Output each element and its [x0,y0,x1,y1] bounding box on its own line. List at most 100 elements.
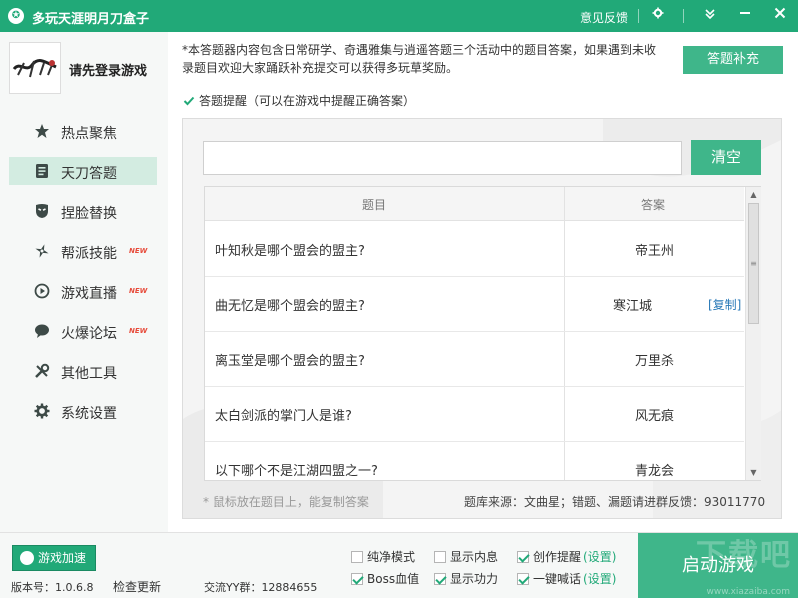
checkbox[interactable] [517,551,529,563]
scroll-thumb[interactable]: ≡ [748,203,759,324]
sidebar: 请先登录游戏 热点聚焦 天刀答题 捏脸替换 帮派技能 NEW 游戏直播 NEW … [0,32,168,532]
sidebar-item-guild[interactable]: 帮派技能 NEW [9,237,157,265]
sidebar-item-live[interactable]: 游戏直播 NEW [9,277,157,305]
sidebar-item-forum[interactable]: 火爆论坛 NEW [9,317,157,345]
sidebar-item-label: 天刀答题 [61,166,117,182]
option-creation-remind[interactable]: 创作提醒 (设置) [517,548,616,565]
option-show-inner[interactable]: 显示内息 [434,548,498,565]
option-label: 纯净模式 [367,550,416,564]
game-avatar[interactable] [9,42,61,94]
option-label: 显示内息 [450,550,499,564]
start-game-button[interactable]: 下载吧 www.xiazaiba.com 启动游戏 [638,533,798,598]
sidebar-item-label: 游戏直播 [61,286,117,302]
checkbox[interactable] [351,551,363,563]
bottom-bar: 游戏加速 版本号：1.0.6.8 检查更新 交流YY群：12884655 纯净模… [0,532,798,598]
search-input[interactable] [203,141,682,175]
login-prompt[interactable]: 请先登录游戏 [69,60,147,79]
answer-cell: 青龙会 [634,464,674,479]
answer-cell: 万里杀 [634,354,674,369]
settings-link[interactable]: (设置) [583,550,616,564]
sidebar-item-hot[interactable]: 热点聚焦 [9,117,157,145]
sidebar-item-label: 捏脸替换 [61,206,117,222]
mask-icon [34,203,50,219]
table-header: 题目 答案 [205,187,744,221]
new-badge: NEW [129,247,148,255]
question-cell: 曲无忆是哪个盟会的盟主? [215,299,365,314]
remind-label: 答题提醒（可以在游戏中提醒正确答案） [199,94,416,108]
gear-icon[interactable] [648,6,668,26]
option-one-key-shout[interactable]: 一键喊话 (设置) [517,570,616,587]
option-label: 创作提醒 [533,550,582,564]
question-cell: 以下哪个不是江湖四盟之一? [215,464,378,479]
checkbox[interactable] [434,551,446,563]
close-icon[interactable] [770,6,790,26]
new-badge: NEW [129,287,148,295]
table-row[interactable]: 叶知秋是哪个盟会的盟主? 帝王州 [205,222,744,277]
chevron-down-icon[interactable] [700,6,720,26]
sidebar-item-label: 热点聚焦 [61,126,117,142]
checkbox[interactable] [351,573,363,585]
game-logo-icon [10,43,60,93]
version-text: 版本号：1.0.6.8 [11,581,94,594]
notice-text: *本答题器内容包含日常研学、奇遇雅集与逍遥答题三个活动中的题目答案，如果遇到未收… [182,43,657,75]
sidebar-item-quiz[interactable]: 天刀答题 [9,157,157,185]
table-row[interactable]: 以下哪个不是江湖四盟之一? 青龙会 [205,442,744,480]
column-header-question: 题目 [362,198,387,212]
option-label: 显示功力 [450,572,499,586]
checkmark-icon [183,96,195,106]
checkbox[interactable] [517,573,529,585]
answer-cell: 帝王州 [634,244,674,259]
watermark-url: www.xiazaiba.com [706,587,790,597]
clear-button[interactable]: 清空 [691,140,761,175]
start-game-label: 启动游戏 [682,555,754,576]
supplement-button[interactable]: 答题补充 [683,46,783,74]
table-row[interactable]: 曲无忆是哪个盟会的盟主? 寒江城 [复制] [205,277,744,332]
play-icon [34,283,50,299]
divider [683,9,684,23]
sidebar-item-face[interactable]: 捏脸替换 [9,197,157,225]
shuriken-icon [34,243,50,259]
option-boss-hp[interactable]: Boss血值 [351,570,419,587]
feedback-link[interactable]: 意见反馈 [580,9,628,26]
accelerate-icon [20,551,34,565]
grip-icon: ≡ [750,259,757,268]
app-logo-icon: ✪ [8,8,24,24]
minus-icon[interactable] [735,6,755,26]
option-label: 一键喊话 [533,572,582,586]
scroll-down-icon[interactable]: ▼ [746,465,761,480]
checkbox[interactable] [434,573,446,585]
table-row[interactable]: 离玉堂是哪个盟会的盟主? 万里杀 [205,332,744,387]
answer-panel: 清空 题目 答案 叶知秋是哪个盟会的盟主? 帝王州 曲无忆是哪个盟会的盟主? 寒… [182,118,782,519]
sidebar-item-label: 帮派技能 [61,246,117,262]
settings-link[interactable]: (设置) [583,572,616,586]
game-accel-button[interactable]: 游戏加速 [12,545,96,571]
source-text: 题库来源：文曲星；错题、漏题请进群反馈：93011770 [464,495,766,509]
sidebar-item-label: 火爆论坛 [61,326,117,342]
answer-cell: 风无痕 [634,409,674,424]
quiz-icon [34,163,50,179]
question-cell: 叶知秋是哪个盟会的盟主? [215,244,365,259]
option-show-power[interactable]: 显示功力 [434,570,498,587]
window-title: 多玩天涯明月刀盒子 [32,12,150,27]
table-scrollbar[interactable]: ▲ ≡ ▼ [745,187,761,480]
copy-link[interactable]: [复制] [708,296,741,313]
sidebar-item-label: 系统设置 [61,406,117,422]
table-row[interactable]: 太白剑派的掌门人是谁? 风无痕 [205,387,744,442]
sidebar-item-settings[interactable]: 系统设置 [9,397,157,425]
game-accel-label: 游戏加速 [38,551,87,565]
remind-checkbox[interactable]: 答题提醒（可以在游戏中提醒正确答案） [183,92,415,109]
question-cell: 离玉堂是哪个盟会的盟主? [215,354,365,369]
sidebar-item-tools[interactable]: 其他工具 [9,357,157,385]
answer-table: 题目 答案 叶知秋是哪个盟会的盟主? 帝王州 曲无忆是哪个盟会的盟主? 寒江城 … [204,186,761,481]
column-header-answer: 答案 [641,198,666,212]
copy-hint: * 鼠标放在题目上，能复制答案 [203,495,369,509]
question-cell: 太白剑派的掌门人是谁? [215,409,352,424]
divider [638,9,639,23]
option-label: Boss血值 [367,572,420,586]
yy-group-text: 交流YY群：12884655 [204,581,318,594]
option-pure-mode[interactable]: 纯净模式 [351,548,415,565]
title-bar: ✪ 多玩天涯明月刀盒子 意见反馈 [0,0,798,32]
chat-icon [34,323,50,339]
check-update-link[interactable]: 检查更新 [113,578,161,595]
scroll-up-icon[interactable]: ▲ [746,187,761,202]
